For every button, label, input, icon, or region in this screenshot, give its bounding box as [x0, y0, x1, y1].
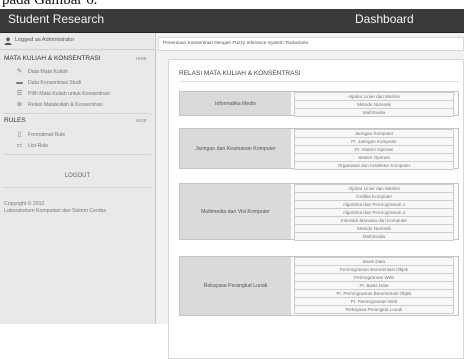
sidebar: Logged as Administrator MATA KULIAH & KO… [0, 33, 156, 324]
course-item: Aljabar Linier dan Matriks [294, 92, 454, 101]
course-item: Metode Numerik [294, 101, 454, 109]
panel-title: RELASI MATA KULIAH & KONSENTRASI [179, 70, 301, 77]
breadcrumb-text[interactable]: Penentuan Konsentrasi Dengan Fuzzy Infer… [163, 41, 308, 46]
sidebar-item-formatmat-rule[interactable]: ▯ Formatmat Rule [16, 130, 65, 139]
course-item: Metode Numerik [294, 225, 454, 233]
caption-text: pada Gambar 6. [2, 0, 98, 8]
pin-icon: ⊕ [16, 101, 23, 108]
course-list: Aljabar Linier dan Matriks Metode Numeri… [294, 92, 454, 117]
course-item: Pemrograman Web [294, 274, 454, 282]
folder-icon: ▭ [16, 142, 23, 149]
course-item: Pr. Jaringan Komputer [294, 138, 454, 146]
concentration-group: Informatika Medis Aljabar Linier dan Mat… [179, 91, 459, 117]
sidebar-item-data-mata-kuliah[interactable]: ✎ Data Mata Kuliah [16, 67, 68, 76]
pencil-icon: ✎ [16, 68, 23, 75]
sidebar-divider [4, 187, 151, 188]
course-item: Rekayasa Perangkat Lunak [294, 306, 454, 314]
course-item: Algoritma dan Pemrograman 1 [294, 201, 454, 209]
panel-title-divider [179, 81, 459, 82]
sidebar-divider [4, 113, 151, 114]
sidebar-item-label: Formatmat Rule [28, 131, 66, 138]
course-list: Aljabar Linier dan Matriks Grafika Kompu… [294, 184, 454, 241]
course-item: Pr. Basis Data [294, 282, 454, 290]
app-title[interactable]: Student Research [8, 12, 104, 26]
sidebar-item-relasi[interactable]: ⊕ Relasi Matakuliah & Konsentrasi [16, 100, 103, 109]
sidebar-item-pilih-mata-kuliah[interactable]: ☰ Pilih Mata Kuliah untuk Konsentrasi [16, 89, 110, 98]
top-bar: Student Research Dashboard [0, 9, 464, 33]
course-list: Jaringan Komputer Pr. Jaringan Komputer … [294, 129, 454, 170]
concentration-name: Informatika Medis [180, 92, 291, 115]
sidebar-item-data-konsentrasi[interactable]: ▬ Data Konsentrasi Studi [16, 78, 81, 87]
user-icon [4, 37, 12, 45]
course-item: Pr. Sistem Operasi [294, 146, 454, 154]
list-icon: ☰ [16, 90, 23, 97]
sidebar-item-label: Data Mata Kuliah [28, 68, 68, 75]
document-icon: ▯ [17, 131, 22, 138]
course-item: Pr. Pemrograman Web [294, 298, 454, 306]
course-item: Aljabar Linier dan Matriks [294, 184, 454, 193]
copyright-text: Copyright © 2012 Laboratorium Komputasi … [4, 201, 107, 214]
concentration-name: Rekayasa Perangkat Lunak [180, 257, 291, 315]
page-title: Dashboard [355, 12, 414, 26]
breadcrumb: Penentuan Konsentrasi Dengan Fuzzy Infer… [158, 37, 464, 51]
course-item: Sistem Operasi [294, 154, 454, 162]
sidebar-item-list-rule[interactable]: ▭ List Rule [16, 141, 48, 150]
sidebar-item-label: Relasi Matakuliah & Konsentrasi [28, 101, 103, 108]
course-item: Basis Data [294, 257, 454, 266]
user-info: Logged as Administrator [0, 33, 155, 50]
concentration-name: Jaringan dan Keamanan Komputer [180, 129, 291, 168]
logged-as-label: Logged as Administrator [15, 37, 75, 43]
relation-panel: RELASI MATA KULIAH & KONSENTRASI Informa… [168, 59, 464, 359]
course-item: Jaringan Komputer [294, 129, 454, 138]
sidebar-item-label: Pilih Mata Kuliah untuk Konsentrasi [28, 90, 110, 97]
course-item: Multimedia [294, 233, 454, 241]
concentration-group: Multimedia dan Visi Komputer Aljabar Lin… [179, 183, 459, 241]
concentration-name: Multimedia dan Visi Komputer [180, 184, 291, 239]
concentration-group: Rekayasa Perangkat Lunak Basis Data Pemr… [179, 256, 459, 316]
course-item: Pemrograman Berorientasi Objek [294, 266, 454, 274]
course-item: Grafika Komputer [294, 193, 454, 201]
course-item: Interaksi Manusia dan Komputer [294, 217, 454, 225]
sidebar-divider [4, 154, 151, 155]
course-item: Multimedia [294, 109, 454, 117]
course-item: Algoritma dan Pemrograman 2 [294, 209, 454, 217]
folders-icon: ▬ [16, 79, 23, 86]
course-item: Organisasi dan Arsitektur Komputer [294, 162, 454, 170]
sidebar-item-label: Data Konsentrasi Studi [28, 79, 82, 86]
concentration-group: Jaringan dan Keamanan Komputer Jaringan … [179, 128, 459, 170]
document-caption: pada Gambar 6. [0, 0, 464, 9]
course-list: Basis Data Pemrograman Berorientasi Obje… [294, 257, 454, 314]
logout-button[interactable]: LOGOUT [0, 173, 155, 179]
section-title-courses: MATA KULIAH & KONSENTRASI [4, 55, 101, 62]
course-item: Pr. Pemrograman Berorientasi Objek [294, 290, 454, 298]
hide-section-courses-button[interactable]: HIDE [136, 56, 147, 61]
hide-section-rules-button[interactable]: HIDE [136, 118, 147, 123]
section-title-rules: RULES [4, 117, 26, 124]
sidebar-item-label: List Rule [28, 142, 49, 149]
